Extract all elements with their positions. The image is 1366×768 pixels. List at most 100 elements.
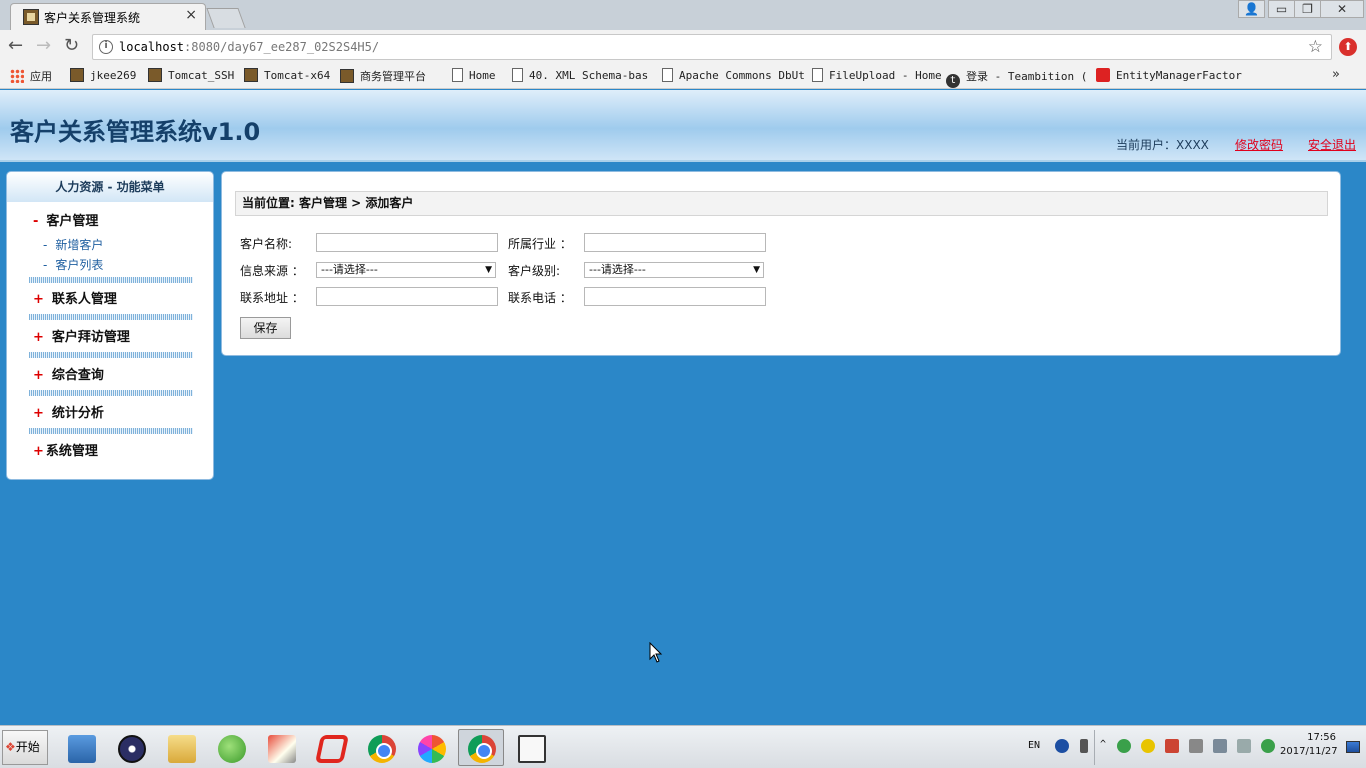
bookmark-tomcat-x64[interactable]: Tomcat-x64 [244,68,330,82]
customer-name-input[interactable] [316,233,498,252]
expand-sign-icon: + [33,444,44,459]
bookmark-label: jkee269 [90,69,137,82]
industry-input[interactable] [584,233,766,252]
page-title: 客户关系管理系统v1.0 [10,118,261,146]
sidebar-group-customer[interactable]: - 客户管理 [33,210,98,229]
bookmark-apps[interactable]: 应用 [10,68,52,84]
tomcat-icon [70,68,84,82]
level-select[interactable]: ---请选择--- ▼ [584,262,764,278]
help-icon[interactable] [1055,739,1069,753]
sub-dash: - [43,258,48,272]
ime-icon[interactable] [1080,739,1088,753]
bookmark-fileupload[interactable]: FileUpload - Home [812,68,942,82]
language-indicator[interactable]: EN [1028,740,1040,751]
volume-icon[interactable] [1237,739,1251,753]
url-text[interactable]: localhost:8080/day67_ee287_02S2S4H5/ [119,40,379,54]
teambition-icon: t [946,74,960,88]
taskbar-app-explorer[interactable] [158,729,204,766]
oracle-icon [1096,68,1110,82]
clock-date: 2017/11/27 [1280,746,1338,757]
sidebar-group-label: 综合查询 [51,368,104,383]
reload-icon[interactable]: ↻ [64,37,79,55]
address-input[interactable] [316,287,498,306]
save-button[interactable]: 保存 [240,317,291,339]
sidebar-group-label: 联系人管理 [51,292,117,307]
address-bar[interactable]: i localhost:8080/day67_ee287_02S2S4H5/ ☆ [92,34,1332,60]
bookmark-business-platform[interactable]: 商务管理平台 [340,68,426,84]
tray-expand-chevron-icon[interactable]: ^ [1100,739,1106,750]
forward-arrow-icon[interactable]: → [36,37,51,55]
change-password-link[interactable]: 修改密码 [1235,136,1283,153]
sidebar-group-label: 客户管理 [46,214,99,229]
sidebar-item-label: 客户列表 [55,258,104,272]
bookmark-label: EntityManagerFactor [1116,69,1242,82]
profile-button[interactable]: 👤 [1238,0,1265,18]
expand-sign-icon: + [33,406,44,421]
tomcat-icon [148,68,162,82]
sidebar-group-contacts[interactable]: + 联系人管理 [33,288,117,307]
bookmark-star-icon[interactable]: ☆ [1308,37,1323,57]
eraser-app-icon [268,735,296,763]
sidebar-item-customer-list[interactable]: - 客户列表 [43,256,103,273]
start-label: 开始 [15,740,40,754]
extension-icon[interactable]: ⬆ [1339,38,1357,56]
source-label: 信息来源 ： [240,264,304,278]
browser-tab[interactable]: 客户关系管理系统 × [10,3,206,30]
chrome-icon [368,735,396,763]
site-info-icon[interactable]: i [99,40,113,54]
bookmark-label: Tomcat-x64 [264,69,331,82]
system-clock[interactable]: 17:56 2017/11/27 [1280,731,1338,759]
close-window-button[interactable]: ✕ [1320,0,1364,18]
sidebar-group-visits[interactable]: + 客户拜访管理 [33,326,130,345]
bookmark-apache-dbutils[interactable]: Apache Commons DbUt [662,68,805,82]
source-select[interactable]: ---请选择--- ▼ [316,262,496,278]
more-bookmarks-chevron-icon[interactable]: » [1332,67,1340,82]
sidebar-group-label: 统计分析 [51,406,104,421]
breadcrumb: 当前位置: 客户管理 > 添加客户 [235,191,1328,216]
eclipse-icon [118,735,146,763]
bookmark-tomcat-ssh[interactable]: Tomcat_SSH [148,68,234,82]
tomcat-icon [244,68,258,82]
start-button[interactable]: ❖开始 [2,730,48,765]
bookmark-label: 登录 - Teambition ( [966,70,1088,83]
bookmark-home[interactable]: Home [452,68,496,82]
new-tab-button[interactable] [206,8,246,28]
shield-icon[interactable] [1117,739,1131,753]
sidebar-group-query[interactable]: + 综合查询 [33,364,104,383]
page-icon [662,68,673,82]
usb-icon[interactable] [1165,739,1179,753]
taskbar-app-chrome-active[interactable] [458,729,504,766]
taskbar-app-pinwheel[interactable] [408,729,454,766]
taskbar-app-document[interactable] [508,729,554,766]
logout-link[interactable]: 安全退出 [1308,136,1356,153]
sidebar-divider [29,314,193,320]
bookmark-xml-schema[interactable]: 40. XML Schema-bas [512,68,648,82]
sidebar-group-statistics[interactable]: + 统计分析 [33,402,104,421]
clipboard-icon[interactable] [1189,739,1203,753]
taskbar-app-network[interactable] [58,729,104,766]
sidebar-item-add-customer[interactable]: - 新增客户 [43,236,103,253]
bookmark-teambition[interactable]: t 登录 - Teambition ( [946,68,1087,88]
taskbar-app-chrome[interactable] [358,729,404,766]
bookmark-entitymanager[interactable]: EntityManagerFactor [1096,68,1242,82]
close-tab-icon[interactable]: × [185,7,197,23]
phone-input[interactable] [584,287,766,306]
sidebar-group-system[interactable]: + 系统管理 [33,440,98,459]
minimize-button[interactable]: ▭ [1268,0,1295,18]
taskbar-app-foxit[interactable] [308,729,354,766]
restore-button[interactable]: ❐ [1294,0,1321,18]
tomcat-favicon-icon [23,9,39,25]
address-label: 联系地址 ： [240,291,304,305]
taskbar-app-green[interactable] [208,729,254,766]
update-arrow-icon[interactable] [1261,739,1275,753]
taskbar-app-eclipse[interactable] [108,729,154,766]
document-app-icon [518,735,546,763]
page-header: 客户关系管理系统v1.0 当前用户：XXXX 修改密码 安全退出 [0,90,1366,162]
network-tray-icon[interactable] [1213,739,1227,753]
security-app-icon[interactable] [1141,739,1155,753]
back-arrow-icon[interactable]: ← [8,37,23,55]
taskbar-app-eraser[interactable] [258,729,304,766]
apps-grid-icon [10,69,24,83]
bookmark-jkee269[interactable]: jkee269 [70,68,136,82]
show-desktop-icon[interactable] [1346,741,1360,753]
